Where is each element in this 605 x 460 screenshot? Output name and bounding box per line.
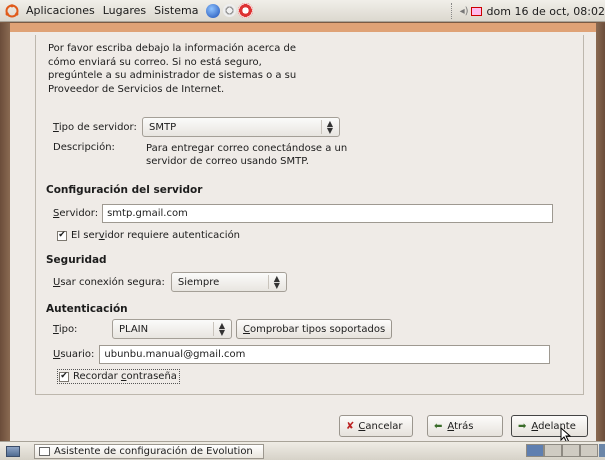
secure-connection-select[interactable]: Siempre ▲ ▼ [170, 272, 287, 292]
menu-sistema[interactable]: Sistema [150, 4, 202, 17]
remember-password-label: Recordar contraseña [73, 371, 177, 382]
server-row: Servidor: smtp.gmail.com [53, 204, 554, 223]
auth-required-label: El servidor requiere autenticación [71, 230, 241, 241]
back-arrow-icon: ⬅ [434, 420, 443, 432]
taskbar-window-button[interactable]: Asistente de configuración de Evolution [34, 443, 264, 459]
check-supported-types-button[interactable]: Comprobar tipos soportados [236, 319, 393, 339]
combo-arrows-icon: ▲ ▼ [212, 322, 225, 337]
secure-connection-value: Siempre [177, 276, 220, 288]
auth-required-checkbox[interactable]: ✔ [57, 230, 67, 241]
window-icon [39, 446, 50, 456]
evolution-assistant-window: Por favor escriba debajo la información … [10, 23, 596, 441]
username-row: Usuario: ubunbu.manual@gmail.com [53, 345, 551, 364]
server-label: Servidor: [53, 208, 99, 219]
forward-arrow-icon: ➡ [518, 420, 527, 432]
auth-type-label: Tipo: [53, 323, 78, 335]
workspace-2[interactable] [544, 444, 562, 457]
combo-arrows-icon: ▲ ▼ [267, 275, 280, 290]
window-border-left [0, 23, 10, 441]
secure-connection-row: Usar conexión segura: Siempre ▲ ▼ [53, 272, 287, 292]
workspace-4[interactable] [580, 444, 598, 457]
taskbar-window-title: Asistente de configuración de Evolution [54, 445, 253, 457]
window-title-edge [10, 23, 596, 32]
server-type-value: SMTP [149, 121, 177, 133]
back-label: Atrás [447, 420, 474, 432]
security-heading: Seguridad [46, 254, 107, 266]
authentication-heading: Autenticación [46, 303, 128, 315]
ubuntu-logo-icon[interactable] [5, 3, 19, 18]
clock[interactable]: dom 16 de oct, 08:02 [487, 5, 605, 18]
web-browser-icon[interactable] [206, 3, 221, 18]
auth-type-row: Tipo: PLAIN ▲ ▼ Comprobar tipos soportado… [53, 319, 393, 339]
mail-icon[interactable] [223, 4, 237, 17]
auth-required-row[interactable]: ✔ El servidor requiere autenticación [57, 230, 240, 241]
volume-icon[interactable]: ◂) [460, 6, 469, 17]
description-line-1: Para entregar correo conectándose a un [146, 143, 348, 154]
workspace-switcher [526, 444, 598, 457]
menu-aplicaciones[interactable]: Aplicaciones [22, 4, 99, 17]
description-label: Descripción: [53, 142, 115, 153]
server-type-row: Tipo de servidor: SMTP ▲ ▼ [53, 117, 340, 137]
intro-text: Por favor escriba debajo la información … [48, 43, 297, 95]
back-button[interactable]: ⬅ Atrás [427, 415, 503, 437]
username-input[interactable]: ubunbu.manual@gmail.com [99, 345, 551, 364]
workspace-3[interactable] [562, 444, 580, 457]
auth-type-value: PLAIN [119, 323, 149, 335]
secure-connection-label: Usar conexión segura: [53, 276, 165, 288]
server-type-label: Tipo de servidor: [53, 121, 137, 133]
description-text: Para entregar correo conectándose a un s… [146, 142, 347, 168]
top-panel: Aplicaciones Lugares Sistema ◂) dom 16 d… [0, 0, 605, 22]
wizard-page: Por favor escriba debajo la información … [35, 35, 584, 395]
check-supported-types-label: Comprobar tipos soportados [243, 323, 386, 335]
remember-password-row[interactable]: ✔ Recordar contraseña [57, 369, 180, 384]
username-label: Usuario: [53, 349, 95, 360]
description-row: Descripción: Para entregar correo conect… [53, 142, 347, 168]
description-line-2: servidor de correo usando SMTP. [146, 156, 309, 167]
workspace-1[interactable] [526, 444, 544, 457]
cancel-icon: ✘ [346, 420, 355, 432]
window-border-right [596, 23, 605, 441]
combo-arrows-icon: ▲ ▼ [320, 120, 333, 135]
tray-separator [450, 3, 454, 19]
show-desktop-icon[interactable] [6, 445, 20, 457]
trash-icon[interactable] [599, 444, 605, 457]
bottom-panel: Asistente de configuración de Evolution [0, 441, 605, 460]
cancel-label: Cancelar [358, 420, 403, 432]
menu-lugares[interactable]: Lugares [99, 4, 150, 17]
server-config-heading: Configuración del servidor [46, 184, 203, 196]
cancel-button[interactable]: ✘ Cancelar [339, 415, 413, 437]
server-input[interactable]: smtp.gmail.com [102, 204, 554, 223]
network-icon[interactable] [470, 6, 482, 16]
next-button[interactable]: ➡ Adelante [511, 415, 588, 437]
server-type-select[interactable]: SMTP ▲ ▼ [142, 117, 340, 137]
help-icon[interactable] [238, 3, 254, 18]
system-tray: ◂) dom 16 de oct, 08:02 [450, 0, 605, 22]
remember-password-checkbox[interactable]: ✔ [59, 371, 69, 382]
auth-type-select[interactable]: PLAIN ▲ ▼ [112, 319, 232, 339]
